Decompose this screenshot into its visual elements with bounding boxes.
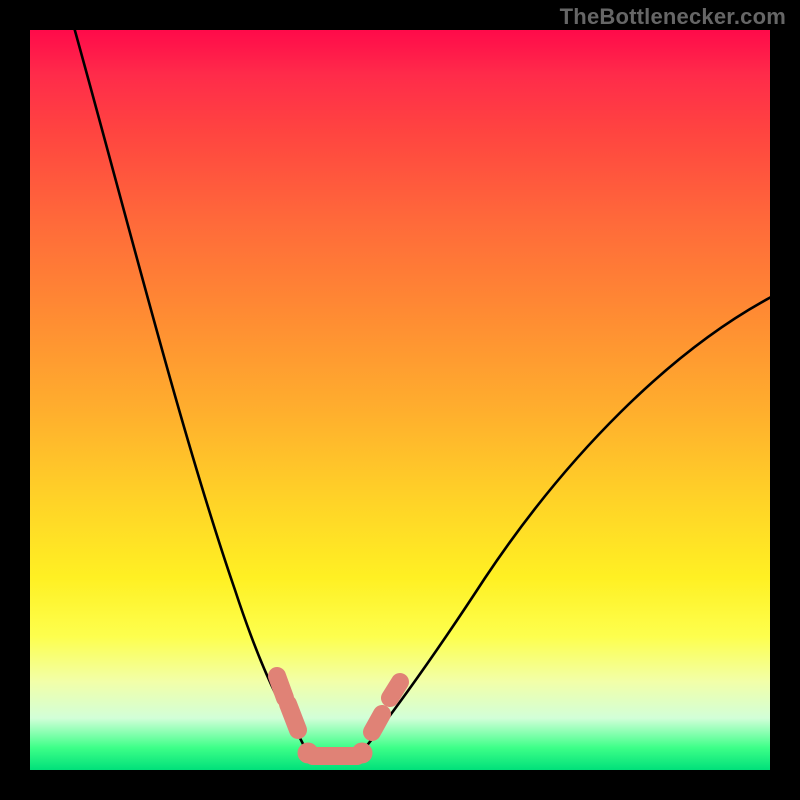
- plot-area: [30, 30, 770, 770]
- marker-left-lower: [288, 704, 298, 730]
- watermark-text: TheBottlenecker.com: [560, 4, 786, 30]
- curve-right: [360, 295, 770, 754]
- marker-corner-right: [352, 743, 372, 763]
- marker-group: [277, 676, 400, 763]
- marker-right-lower: [372, 714, 382, 732]
- curve-layer: [30, 30, 770, 770]
- chart-frame: TheBottlenecker.com: [0, 0, 800, 800]
- marker-right-upper: [390, 682, 400, 698]
- marker-left-upper: [277, 676, 285, 698]
- curve-left: [72, 30, 308, 754]
